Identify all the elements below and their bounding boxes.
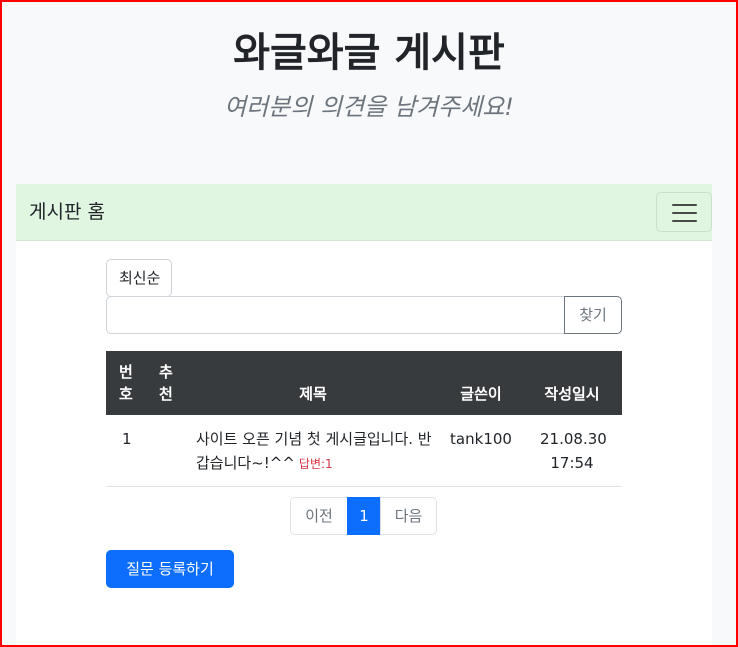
table-header-row: 번호 추천 제목 글쓴이 작성일시	[106, 351, 622, 415]
search-input[interactable]	[106, 296, 565, 334]
table-row: 1 사이트 오픈 기념 첫 게시글입니다. 반갑습니다~!^^ 답변:1 tank…	[106, 415, 622, 487]
main-content: 최신순 찾기 번호 추천 제목 글쓴이 작성일시 1 사이트 오픈 기념 첫 게…	[16, 241, 712, 645]
row-author: tank100	[440, 415, 522, 487]
pagination: 이전 1 다음	[290, 497, 437, 535]
page-header: 와글와글 게시판 여러분의 의견을 남겨주세요!	[2, 2, 736, 184]
header-author: 글쓴이	[440, 351, 522, 415]
navbar: 게시판 홈	[16, 184, 712, 241]
header-date: 작성일시	[522, 351, 622, 415]
navbar-toggler-button[interactable]	[656, 192, 712, 232]
row-date: 21.08.30 17:54	[522, 415, 622, 487]
row-title-cell: 사이트 오픈 기념 첫 게시글입니다. 반갑습니다~!^^ 답변:1	[186, 415, 440, 487]
search-button[interactable]: 찾기	[564, 296, 622, 334]
row-rec	[146, 415, 186, 487]
header-rec: 추천	[146, 351, 186, 415]
page-frame: 와글와글 게시판 여러분의 의견을 남겨주세요! 게시판 홈 최신순 찾기 번호…	[0, 0, 738, 647]
pagination-next[interactable]: 다음	[380, 497, 437, 535]
answer-count-badge: 답변:1	[298, 457, 333, 471]
ask-question-button[interactable]: 질문 등록하기	[106, 550, 234, 588]
sort-select[interactable]: 최신순	[106, 259, 172, 297]
page-title: 와글와글 게시판	[233, 30, 505, 76]
header-title: 제목	[186, 351, 440, 415]
pagination-page-1[interactable]: 1	[347, 497, 381, 535]
row-num: 1	[106, 415, 146, 487]
header-num: 번호	[106, 351, 146, 415]
pagination-prev[interactable]: 이전	[290, 497, 348, 535]
navbar-brand[interactable]: 게시판 홈	[29, 200, 105, 224]
page-subtitle: 여러분의 의견을 남겨주세요!	[224, 93, 514, 121]
question-table: 번호 추천 제목 글쓴이 작성일시 1 사이트 오픈 기념 첫 게시글입니다. …	[106, 351, 622, 487]
